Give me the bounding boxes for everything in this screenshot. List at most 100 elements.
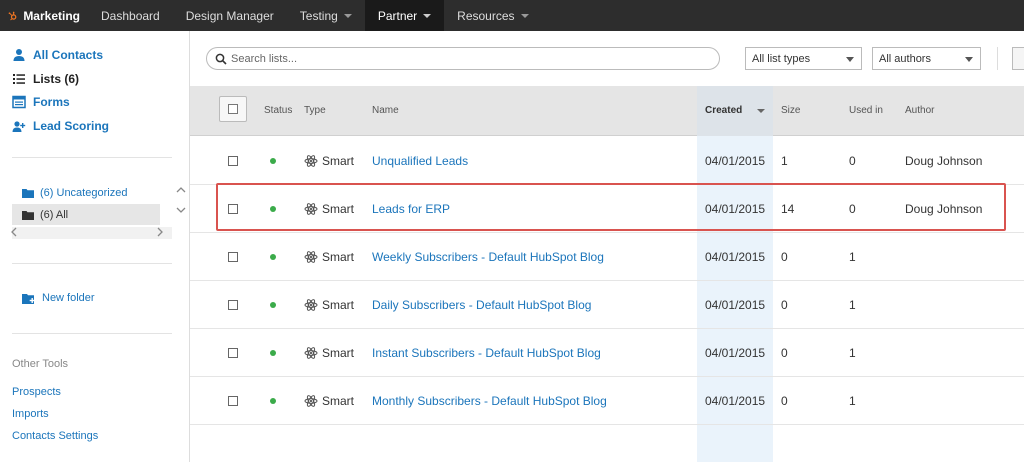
folder-uncategorized[interactable]: (6) Uncategorized bbox=[12, 182, 160, 203]
select-all-checkbox[interactable] bbox=[219, 96, 247, 122]
scroll-down-icon[interactable] bbox=[176, 206, 186, 217]
header-created[interactable]: Created bbox=[705, 105, 742, 116]
row-type-label: Smart bbox=[322, 298, 355, 312]
hubspot-logo-icon bbox=[8, 11, 17, 20]
horizontal-scrollbar[interactable] bbox=[12, 227, 172, 239]
tool-link-contacts-settings[interactable]: Contacts Settings bbox=[12, 430, 98, 442]
row-name-link[interactable]: Weekly Subscribers - Default HubSpot Blo… bbox=[372, 250, 604, 264]
sidebar-item-lead-scoring[interactable]: Lead Scoring bbox=[12, 119, 109, 133]
search-icon bbox=[215, 53, 227, 65]
row-used-in: 1 bbox=[849, 298, 856, 312]
sidebar-item-label: Lists (6) bbox=[33, 72, 80, 86]
sidebar-item-forms[interactable]: Forms bbox=[12, 95, 70, 109]
table-row[interactable]: Smart Leads for ERP 04/01/2015 14 0 Doug John… bbox=[190, 185, 1024, 233]
row-name-link[interactable]: Instant Subscribers - Default HubSpot Bl… bbox=[372, 346, 601, 360]
sidebar-item-all-contacts[interactable]: All Contacts bbox=[12, 48, 103, 62]
status-active-icon bbox=[270, 254, 276, 260]
row-name-link[interactable]: Leads for ERP bbox=[372, 202, 450, 216]
row-type-label: Smart bbox=[322, 202, 355, 216]
row-checkbox[interactable] bbox=[228, 300, 238, 310]
header-status[interactable]: Status bbox=[264, 105, 292, 116]
toolbar-divider bbox=[997, 47, 998, 70]
scroll-left-icon[interactable] bbox=[10, 227, 18, 240]
sidebar: All Contacts Lists (6) Forms Lead Scorin… bbox=[0, 31, 190, 462]
smart-list-icon bbox=[304, 347, 318, 359]
smart-list-icon bbox=[304, 155, 318, 167]
checkbox-box bbox=[228, 104, 238, 114]
header-size[interactable]: Size bbox=[781, 105, 800, 116]
row-used-in: 1 bbox=[849, 394, 856, 408]
form-icon bbox=[12, 95, 26, 109]
folder-icon bbox=[22, 188, 34, 198]
folder-label: (6) All bbox=[40, 208, 69, 221]
row-checkbox[interactable] bbox=[228, 252, 238, 262]
folder-label: (6) Uncategorized bbox=[40, 186, 128, 199]
select-value: All list types bbox=[752, 52, 811, 65]
sidebar-divider bbox=[12, 263, 172, 264]
nav-label: Resources bbox=[457, 8, 515, 23]
search-box[interactable] bbox=[206, 47, 720, 70]
row-author: Doug Johnson bbox=[905, 154, 983, 168]
table-row[interactable]: Smart Unqualified Leads 04/01/2015 1 0 Doug J… bbox=[190, 137, 1024, 185]
brand[interactable]: Marketing bbox=[0, 0, 88, 31]
toolbar-action-button[interactable] bbox=[1012, 47, 1024, 70]
tool-link-imports[interactable]: Imports bbox=[12, 408, 49, 420]
list-type-select[interactable]: All list types bbox=[745, 47, 862, 70]
row-type-label: Smart bbox=[322, 250, 355, 264]
sidebar-item-lists[interactable]: Lists (6) bbox=[12, 72, 79, 86]
table-row[interactable]: Smart Instant Subscribers - Default HubSp… bbox=[190, 329, 1024, 377]
scroll-up-icon[interactable] bbox=[176, 186, 186, 197]
top-navigation: Marketing Dashboard Design Manager Testi… bbox=[0, 0, 1024, 31]
caret-down-icon bbox=[520, 14, 529, 18]
row-size: 14 bbox=[781, 202, 795, 216]
row-size: 0 bbox=[781, 394, 788, 408]
sidebar-item-label: Forms bbox=[33, 95, 70, 109]
nav-resources[interactable]: Resources bbox=[444, 0, 541, 31]
row-checkbox[interactable] bbox=[228, 348, 238, 358]
scroll-right-icon[interactable] bbox=[156, 227, 164, 240]
row-used-in: 0 bbox=[849, 154, 856, 168]
row-name-link[interactable]: Daily Subscribers - Default HubSpot Blog bbox=[372, 298, 591, 312]
row-used-in: 0 bbox=[849, 202, 856, 216]
header-name[interactable]: Name bbox=[372, 105, 399, 116]
header-author[interactable]: Author bbox=[905, 105, 934, 116]
nav-label: Dashboard bbox=[101, 8, 160, 23]
caret-down-icon bbox=[343, 14, 352, 18]
nav-label: Partner bbox=[377, 8, 418, 23]
lists-table: Status Type Name Created Size Used in Au… bbox=[190, 86, 1024, 462]
nav-partner[interactable]: Partner bbox=[364, 0, 445, 31]
row-type: Smart bbox=[304, 346, 354, 360]
row-size: 1 bbox=[781, 154, 788, 168]
row-name-link[interactable]: Unqualified Leads bbox=[372, 154, 468, 168]
row-name-link[interactable]: Monthly Subscribers - Default HubSpot Bl… bbox=[372, 394, 607, 408]
header-type[interactable]: Type bbox=[304, 105, 326, 116]
folder-all[interactable]: (6) All bbox=[12, 204, 160, 225]
other-tools-heading: Other Tools bbox=[12, 358, 69, 370]
table-row[interactable]: Smart Monthly Subscribers - Default HubSp… bbox=[190, 377, 1024, 425]
nav-design-manager[interactable]: Design Manager bbox=[173, 0, 287, 31]
row-type-label: Smart bbox=[322, 346, 355, 360]
table-row[interactable]: Smart Daily Subscribers - Default HubSpot… bbox=[190, 281, 1024, 329]
row-created: 04/01/2015 bbox=[705, 250, 766, 264]
row-checkbox[interactable] bbox=[228, 204, 238, 214]
smart-list-icon bbox=[304, 395, 318, 407]
nav-dashboard[interactable]: Dashboard bbox=[88, 0, 173, 31]
row-type: Smart bbox=[304, 394, 354, 408]
person-icon bbox=[13, 49, 25, 61]
row-type: Smart bbox=[304, 202, 354, 216]
select-value: All authors bbox=[879, 52, 931, 65]
row-checkbox[interactable] bbox=[228, 156, 238, 166]
tool-link-prospects[interactable]: Prospects bbox=[12, 386, 61, 398]
nav-testing[interactable]: Testing bbox=[287, 0, 365, 31]
new-folder-label: New folder bbox=[42, 292, 95, 304]
new-folder-button[interactable]: New folder bbox=[22, 292, 95, 304]
author-select[interactable]: All authors bbox=[872, 47, 981, 70]
table-row[interactable]: Smart Weekly Subscribers - Default HubSpo… bbox=[190, 233, 1024, 281]
smart-list-icon bbox=[304, 251, 318, 263]
sidebar-divider bbox=[12, 333, 172, 334]
row-created: 04/01/2015 bbox=[705, 154, 766, 168]
search-input[interactable] bbox=[231, 52, 711, 65]
row-created: 04/01/2015 bbox=[705, 202, 766, 216]
row-checkbox[interactable] bbox=[228, 396, 238, 406]
header-used-in[interactable]: Used in bbox=[849, 105, 883, 116]
